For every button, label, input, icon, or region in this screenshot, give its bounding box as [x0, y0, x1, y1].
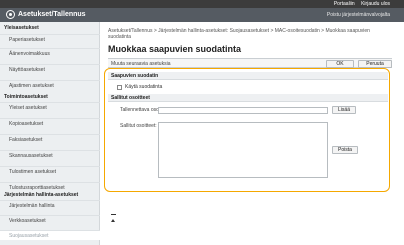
sidebar-item-security[interactable]: Suojausasetukset: [0, 230, 100, 240]
sidebar-item-network[interactable]: Verkkoasetukset: [0, 215, 100, 225]
toolbar-label: Muuta seuraavia asetuksia: [111, 61, 171, 67]
highlight-frame: [104, 68, 390, 192]
sidebar-item-scan[interactable]: Skannausasetukset: [0, 150, 100, 160]
sidebar-item-display[interactable]: Näyttöasetukset: [0, 64, 100, 74]
top-links: Portaaliin Kirjaudu ulos: [329, 1, 390, 7]
sidebar-item-copy[interactable]: Kopioasetukset: [0, 118, 100, 128]
top-bar: Portaaliin Kirjaudu ulos: [0, 0, 404, 8]
sidebar-item-fax[interactable]: Faksiasetukset: [0, 134, 100, 144]
sidebar-item-timer[interactable]: Ajastimen asetukset: [0, 80, 100, 90]
sidebar-item-system-management[interactable]: Järjestelmän hallinta: [0, 200, 100, 210]
sidebar-item-paper[interactable]: Paperiasetukset: [0, 34, 100, 44]
title-bar: Asetukset/Tallennus Poistu järjestelmänv…: [0, 8, 404, 22]
page-title: Muokkaa saapuvien suodatinta: [108, 44, 242, 54]
sidebar-item-printer[interactable]: Tulostimen asetukset: [0, 166, 100, 176]
sidebar: Yleisasetukset Paperiasetukset Äänenvoim…: [0, 22, 100, 245]
logout-link[interactable]: Kirjaudu ulos: [361, 1, 390, 7]
sidebar-item-report[interactable]: Tulostusraporttiasetukset: [0, 182, 100, 192]
sidebar-item-common[interactable]: Yleiset asetukset: [0, 102, 100, 112]
settings-logo-icon: [6, 10, 15, 19]
app-title: Asetukset/Tallennus: [18, 11, 86, 18]
breadcrumb: Asetukset/Tallennus > Järjestelmän halli…: [108, 28, 370, 40]
cancel-button[interactable]: Peruuta: [358, 60, 392, 68]
exit-admin-link[interactable]: Poistu järjestelmänvalvojalta: [327, 12, 390, 18]
sidebar-item-volume[interactable]: Äänenvoimakkuus: [0, 48, 100, 58]
sidebar-group-general: Yleisasetukset: [4, 25, 39, 31]
ok-button[interactable]: OK: [326, 60, 354, 68]
sidebar-group-functions: Toimintoasetukset: [4, 94, 48, 100]
toolbar: Muuta seuraavia asetuksia OK Peruuta: [108, 58, 392, 68]
portal-link[interactable]: Portaaliin: [334, 1, 355, 7]
sidebar-group-system: Järjestelmän hallinta-asetukset: [4, 192, 79, 198]
back-to-top-icon[interactable]: [110, 214, 116, 222]
